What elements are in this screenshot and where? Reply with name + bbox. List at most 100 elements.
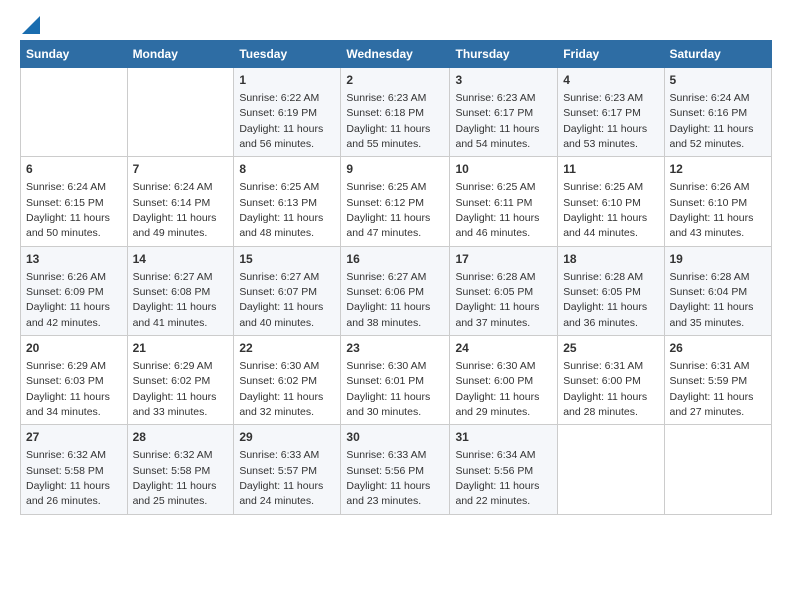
day-number: 7 <box>133 161 229 178</box>
day-cell: 30 Sunrise: 6:33 AM Sunset: 5:56 PM Dayli… <box>341 425 450 514</box>
day-cell: 12 Sunrise: 6:26 AM Sunset: 6:10 PM Dayli… <box>664 157 772 246</box>
header-cell-friday: Friday <box>558 41 664 68</box>
day-info: Sunrise: 6:28 AM Sunset: 6:05 PM Dayligh… <box>563 271 647 329</box>
day-cell: 1 Sunrise: 6:22 AM Sunset: 6:19 PM Daylig… <box>234 68 341 157</box>
day-number: 3 <box>455 72 552 89</box>
day-cell: 20 Sunrise: 6:29 AM Sunset: 6:03 PM Dayli… <box>21 336 128 425</box>
day-number: 17 <box>455 251 552 268</box>
day-cell <box>127 68 234 157</box>
day-number: 23 <box>346 340 444 357</box>
day-number: 5 <box>670 72 767 89</box>
day-info: Sunrise: 6:24 AM Sunset: 6:16 PM Dayligh… <box>670 92 754 150</box>
day-cell <box>664 425 772 514</box>
day-cell: 17 Sunrise: 6:28 AM Sunset: 6:05 PM Dayli… <box>450 246 558 335</box>
day-info: Sunrise: 6:24 AM Sunset: 6:15 PM Dayligh… <box>26 181 110 239</box>
day-info: Sunrise: 6:30 AM Sunset: 6:01 PM Dayligh… <box>346 360 430 418</box>
day-cell: 10 Sunrise: 6:25 AM Sunset: 6:11 PM Dayli… <box>450 157 558 246</box>
day-number: 26 <box>670 340 767 357</box>
day-info: Sunrise: 6:23 AM Sunset: 6:17 PM Dayligh… <box>563 92 647 150</box>
day-info: Sunrise: 6:28 AM Sunset: 6:04 PM Dayligh… <box>670 271 754 329</box>
day-info: Sunrise: 6:30 AM Sunset: 6:00 PM Dayligh… <box>455 360 539 418</box>
day-number: 9 <box>346 161 444 178</box>
day-cell: 18 Sunrise: 6:28 AM Sunset: 6:05 PM Dayli… <box>558 246 664 335</box>
logo-triangle-icon <box>22 16 40 34</box>
logo <box>20 16 40 30</box>
day-info: Sunrise: 6:27 AM Sunset: 6:08 PM Dayligh… <box>133 271 217 329</box>
day-info: Sunrise: 6:32 AM Sunset: 5:58 PM Dayligh… <box>26 449 110 507</box>
day-info: Sunrise: 6:25 AM Sunset: 6:12 PM Dayligh… <box>346 181 430 239</box>
day-number: 30 <box>346 429 444 446</box>
day-cell: 22 Sunrise: 6:30 AM Sunset: 6:02 PM Dayli… <box>234 336 341 425</box>
day-cell: 5 Sunrise: 6:24 AM Sunset: 6:16 PM Daylig… <box>664 68 772 157</box>
day-info: Sunrise: 6:30 AM Sunset: 6:02 PM Dayligh… <box>239 360 323 418</box>
day-cell <box>21 68 128 157</box>
header-cell-sunday: Sunday <box>21 41 128 68</box>
day-cell: 24 Sunrise: 6:30 AM Sunset: 6:00 PM Dayli… <box>450 336 558 425</box>
day-info: Sunrise: 6:26 AM Sunset: 6:09 PM Dayligh… <box>26 271 110 329</box>
week-row-4: 20 Sunrise: 6:29 AM Sunset: 6:03 PM Dayli… <box>21 336 772 425</box>
day-info: Sunrise: 6:29 AM Sunset: 6:03 PM Dayligh… <box>26 360 110 418</box>
day-cell: 27Sunrise: 6:32 AM Sunset: 5:58 PM Dayli… <box>21 425 128 514</box>
day-info: Sunrise: 6:26 AM Sunset: 6:10 PM Dayligh… <box>670 181 754 239</box>
day-number: 4 <box>563 72 658 89</box>
day-number: 25 <box>563 340 658 357</box>
day-info: Sunrise: 6:25 AM Sunset: 6:13 PM Dayligh… <box>239 181 323 239</box>
week-row-1: 1 Sunrise: 6:22 AM Sunset: 6:19 PM Daylig… <box>21 68 772 157</box>
header-row: SundayMondayTuesdayWednesdayThursdayFrid… <box>21 41 772 68</box>
header-cell-monday: Monday <box>127 41 234 68</box>
day-number: 24 <box>455 340 552 357</box>
day-cell: 2 Sunrise: 6:23 AM Sunset: 6:18 PM Daylig… <box>341 68 450 157</box>
day-cell: 3Sunrise: 6:23 AM Sunset: 6:17 PM Daylig… <box>450 68 558 157</box>
day-info: Sunrise: 6:29 AM Sunset: 6:02 PM Dayligh… <box>133 360 217 418</box>
day-number: 6 <box>26 161 122 178</box>
day-cell: 6 Sunrise: 6:24 AM Sunset: 6:15 PM Daylig… <box>21 157 128 246</box>
day-number: 12 <box>670 161 767 178</box>
week-row-3: 13 Sunrise: 6:26 AM Sunset: 6:09 PM Dayli… <box>21 246 772 335</box>
header-cell-wednesday: Wednesday <box>341 41 450 68</box>
day-number: 1 <box>239 72 335 89</box>
day-cell: 8 Sunrise: 6:25 AM Sunset: 6:13 PM Daylig… <box>234 157 341 246</box>
week-row-5: 27Sunrise: 6:32 AM Sunset: 5:58 PM Dayli… <box>21 425 772 514</box>
week-row-2: 6 Sunrise: 6:24 AM Sunset: 6:15 PM Daylig… <box>21 157 772 246</box>
day-info: Sunrise: 6:23 AM Sunset: 6:18 PM Dayligh… <box>346 92 430 150</box>
day-cell: 13 Sunrise: 6:26 AM Sunset: 6:09 PM Dayli… <box>21 246 128 335</box>
calendar-table: SundayMondayTuesdayWednesdayThursdayFrid… <box>20 40 772 515</box>
day-info: Sunrise: 6:22 AM Sunset: 6:19 PM Dayligh… <box>239 92 323 150</box>
day-info: Sunrise: 6:25 AM Sunset: 6:11 PM Dayligh… <box>455 181 539 239</box>
day-info: Sunrise: 6:31 AM Sunset: 6:00 PM Dayligh… <box>563 360 647 418</box>
day-info: Sunrise: 6:32 AM Sunset: 5:58 PM Dayligh… <box>133 449 217 507</box>
day-number: 18 <box>563 251 658 268</box>
day-info: Sunrise: 6:28 AM Sunset: 6:05 PM Dayligh… <box>455 271 539 329</box>
day-number: 13 <box>26 251 122 268</box>
day-cell: 11Sunrise: 6:25 AM Sunset: 6:10 PM Dayli… <box>558 157 664 246</box>
day-cell: 23 Sunrise: 6:30 AM Sunset: 6:01 PM Dayli… <box>341 336 450 425</box>
day-cell: 19Sunrise: 6:28 AM Sunset: 6:04 PM Dayli… <box>664 246 772 335</box>
page: SundayMondayTuesdayWednesdayThursdayFrid… <box>0 0 792 612</box>
day-cell: 26 Sunrise: 6:31 AM Sunset: 5:59 PM Dayli… <box>664 336 772 425</box>
day-number: 22 <box>239 340 335 357</box>
day-number: 8 <box>239 161 335 178</box>
day-info: Sunrise: 6:24 AM Sunset: 6:14 PM Dayligh… <box>133 181 217 239</box>
day-number: 10 <box>455 161 552 178</box>
day-number: 28 <box>133 429 229 446</box>
day-number: 31 <box>455 429 552 446</box>
calendar-header: SundayMondayTuesdayWednesdayThursdayFrid… <box>21 41 772 68</box>
day-cell: 9 Sunrise: 6:25 AM Sunset: 6:12 PM Daylig… <box>341 157 450 246</box>
day-number: 11 <box>563 161 658 178</box>
day-number: 16 <box>346 251 444 268</box>
day-cell: 21 Sunrise: 6:29 AM Sunset: 6:02 PM Dayli… <box>127 336 234 425</box>
calendar-body: 1 Sunrise: 6:22 AM Sunset: 6:19 PM Daylig… <box>21 68 772 515</box>
day-cell: 16Sunrise: 6:27 AM Sunset: 6:06 PM Dayli… <box>341 246 450 335</box>
day-number: 29 <box>239 429 335 446</box>
header <box>20 16 772 30</box>
day-info: Sunrise: 6:31 AM Sunset: 5:59 PM Dayligh… <box>670 360 754 418</box>
day-info: Sunrise: 6:33 AM Sunset: 5:56 PM Dayligh… <box>346 449 430 507</box>
header-cell-tuesday: Tuesday <box>234 41 341 68</box>
day-number: 20 <box>26 340 122 357</box>
day-cell: 15Sunrise: 6:27 AM Sunset: 6:07 PM Dayli… <box>234 246 341 335</box>
day-cell: 25 Sunrise: 6:31 AM Sunset: 6:00 PM Dayli… <box>558 336 664 425</box>
day-number: 2 <box>346 72 444 89</box>
day-number: 21 <box>133 340 229 357</box>
day-number: 15 <box>239 251 335 268</box>
day-cell: 4 Sunrise: 6:23 AM Sunset: 6:17 PM Daylig… <box>558 68 664 157</box>
